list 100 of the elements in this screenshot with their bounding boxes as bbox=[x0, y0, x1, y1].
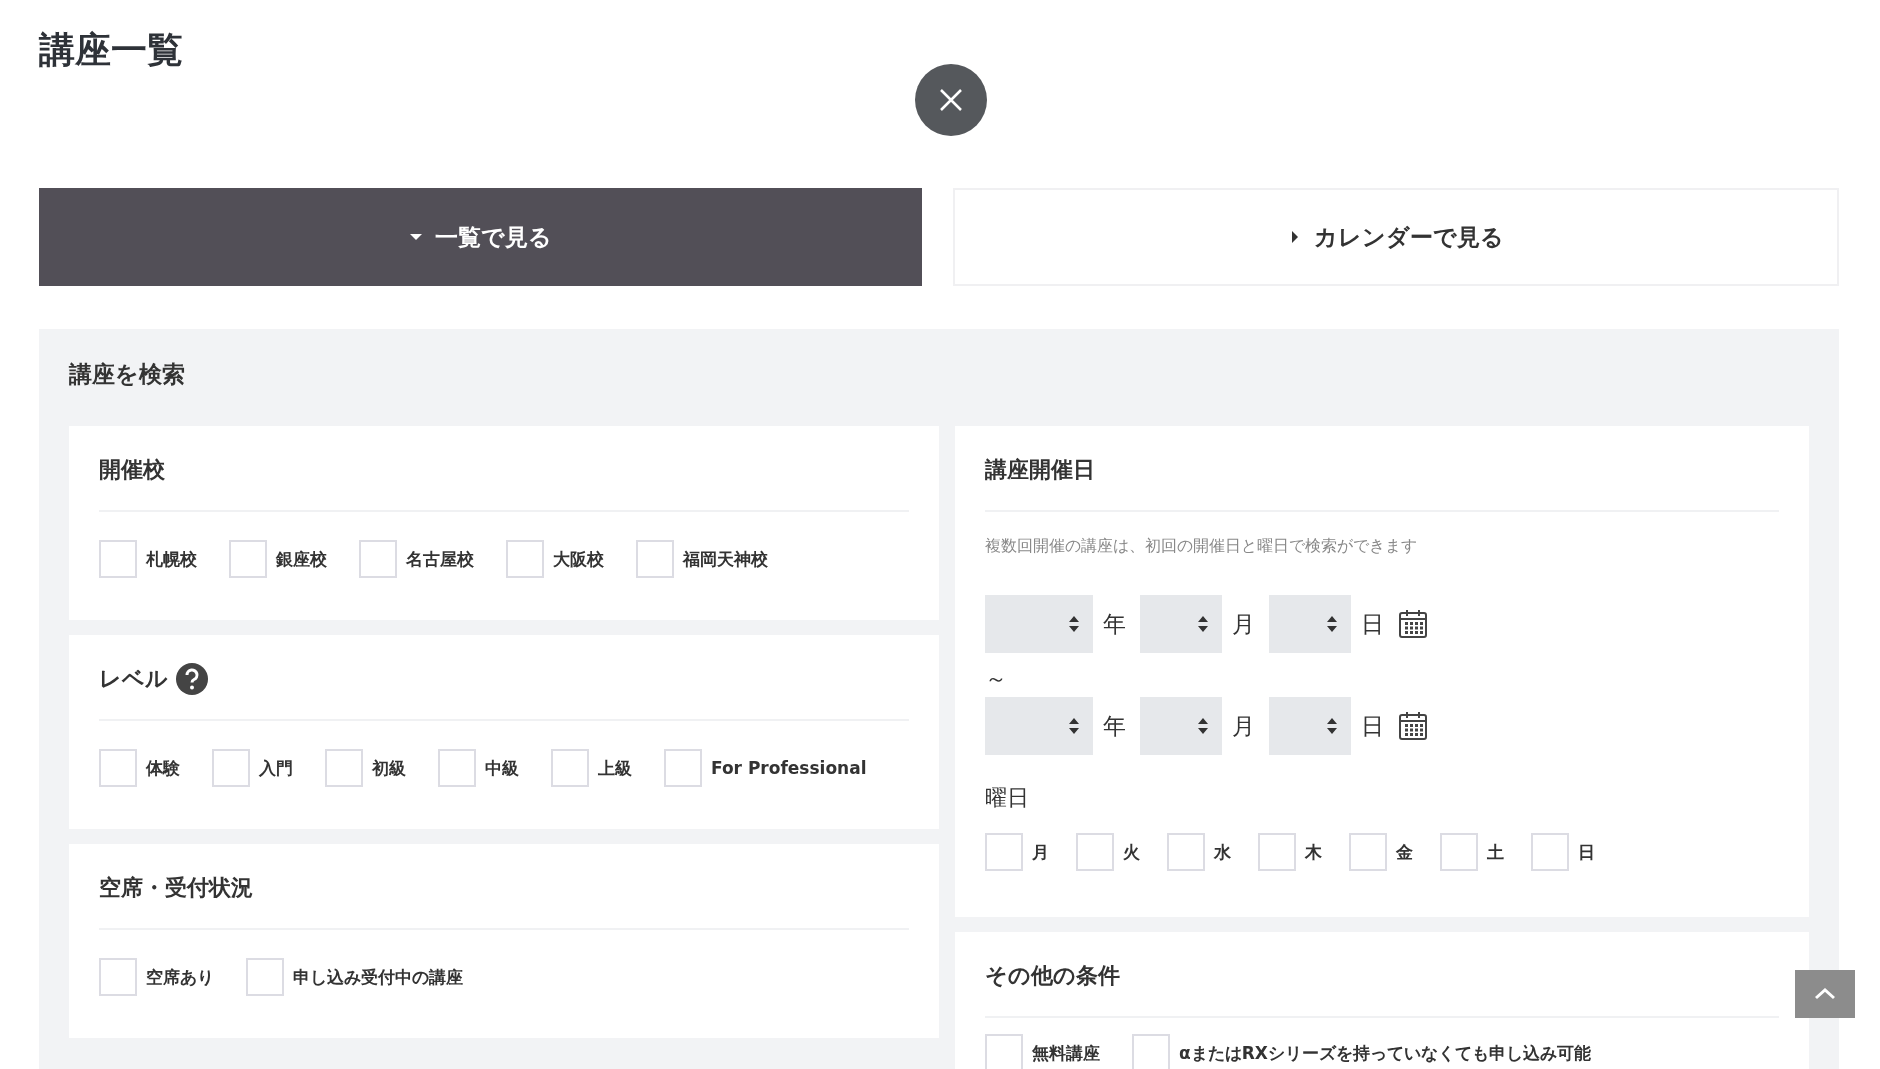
checkbox-label: αまたはRXシリーズを持っていなくても申し込み可能 bbox=[1179, 1041, 1591, 1065]
checkbox-label: 金 bbox=[1396, 840, 1413, 864]
checkbox-label: 体験 bbox=[146, 756, 180, 780]
checkbox-option[interactable]: For Professional bbox=[664, 749, 867, 787]
checkbox-label: 土 bbox=[1487, 840, 1504, 864]
checkbox-option[interactable]: 名古屋校 bbox=[359, 540, 474, 578]
card-heading: レベル bbox=[99, 665, 168, 693]
checkbox-label: 日 bbox=[1578, 840, 1595, 864]
help-icon[interactable] bbox=[176, 663, 208, 695]
back-to-top-button[interactable] bbox=[1795, 970, 1855, 1018]
close-icon bbox=[939, 88, 963, 112]
checkbox-option[interactable]: 木 bbox=[1258, 833, 1322, 871]
up-down-arrows-icon bbox=[1198, 616, 1208, 632]
checkbox[interactable] bbox=[1440, 833, 1478, 871]
checkbox[interactable] bbox=[985, 833, 1023, 871]
date-unit-label: 月 bbox=[1232, 711, 1255, 741]
up-down-arrows-icon bbox=[1069, 616, 1079, 632]
checkbox-label: 名古屋校 bbox=[406, 547, 474, 571]
checkbox-option[interactable]: 日 bbox=[1531, 833, 1595, 871]
date-unit-label: 日 bbox=[1361, 609, 1384, 639]
checkbox-label: 申し込み受付中の講座 bbox=[293, 965, 463, 989]
checkbox[interactable] bbox=[1076, 833, 1114, 871]
checkbox-option[interactable]: 初級 bbox=[325, 749, 406, 787]
chevron-up-icon bbox=[1814, 988, 1836, 1000]
checkbox-label: 火 bbox=[1123, 840, 1140, 864]
checkbox[interactable] bbox=[99, 958, 137, 996]
checkbox-label: 福岡天神校 bbox=[683, 547, 768, 571]
checkbox-option[interactable]: 火 bbox=[1076, 833, 1140, 871]
checkbox[interactable] bbox=[1349, 833, 1387, 871]
checkbox[interactable] bbox=[438, 749, 476, 787]
date-unit-label: 年 bbox=[1103, 609, 1126, 639]
checkbox[interactable] bbox=[1167, 833, 1205, 871]
checkbox[interactable] bbox=[229, 540, 267, 578]
checkbox-option[interactable]: 入門 bbox=[212, 749, 293, 787]
calendar-icon[interactable] bbox=[1398, 711, 1428, 741]
range-separator: ～ bbox=[985, 667, 1008, 691]
checkbox-option[interactable]: 札幌校 bbox=[99, 540, 197, 578]
checkbox-option[interactable]: 無料講座 bbox=[985, 1034, 1100, 1069]
date-select[interactable] bbox=[985, 595, 1093, 653]
date-select[interactable] bbox=[985, 697, 1093, 755]
checkbox-label: 上級 bbox=[598, 756, 632, 780]
date-select[interactable] bbox=[1269, 697, 1351, 755]
date-unit-label: 月 bbox=[1232, 609, 1255, 639]
date-select[interactable] bbox=[1140, 595, 1222, 653]
checkbox-option[interactable]: 中級 bbox=[438, 749, 519, 787]
date-unit-label: 年 bbox=[1103, 711, 1126, 741]
checkbox[interactable] bbox=[985, 1034, 1023, 1069]
date-select[interactable] bbox=[1140, 697, 1222, 755]
checkbox-option[interactable]: 空席あり bbox=[99, 958, 214, 996]
calendar-icon[interactable] bbox=[1398, 609, 1428, 639]
checkbox[interactable] bbox=[246, 958, 284, 996]
checkbox[interactable] bbox=[99, 540, 137, 578]
weekday-label: 曜日 bbox=[985, 784, 1030, 812]
panel-title: 講座を検索 bbox=[69, 360, 186, 389]
checkbox-label: 入門 bbox=[259, 756, 293, 780]
checkbox-label: 銀座校 bbox=[276, 547, 327, 571]
checkbox-label: For Professional bbox=[711, 758, 867, 778]
view-tab[interactable]: 一覧で見る bbox=[39, 188, 922, 286]
checkbox-option[interactable]: αまたはRXシリーズを持っていなくても申し込み可能 bbox=[1132, 1034, 1591, 1069]
checkbox[interactable] bbox=[1132, 1034, 1170, 1069]
checkbox[interactable] bbox=[506, 540, 544, 578]
checkbox-label: 初級 bbox=[372, 756, 406, 780]
checkbox[interactable] bbox=[99, 749, 137, 787]
checkbox-label: 空席あり bbox=[146, 965, 214, 989]
checkbox-option[interactable]: 申し込み受付中の講座 bbox=[246, 958, 463, 996]
checkbox-label: 木 bbox=[1305, 840, 1322, 864]
date-select[interactable] bbox=[1269, 595, 1351, 653]
checkbox[interactable] bbox=[636, 540, 674, 578]
checkbox-option[interactable]: 大阪校 bbox=[506, 540, 604, 578]
checkbox-label: 大阪校 bbox=[553, 547, 604, 571]
checkbox-label: 無料講座 bbox=[1032, 1041, 1100, 1065]
checkbox-option[interactable]: 体験 bbox=[99, 749, 180, 787]
checkbox[interactable] bbox=[359, 540, 397, 578]
checkbox[interactable] bbox=[325, 749, 363, 787]
checkbox[interactable] bbox=[551, 749, 589, 787]
date-unit-label: 日 bbox=[1361, 711, 1384, 741]
checkbox-label: 月 bbox=[1032, 840, 1049, 864]
checkbox-option[interactable]: 金 bbox=[1349, 833, 1413, 871]
view-tab[interactable]: カレンダーで見る bbox=[952, 188, 1839, 286]
up-down-arrows-icon bbox=[1069, 718, 1079, 734]
up-down-arrows-icon bbox=[1327, 616, 1337, 632]
checkbox-option[interactable]: 福岡天神校 bbox=[636, 540, 768, 578]
checkbox-label: 水 bbox=[1214, 840, 1231, 864]
card-heading: 開催校 bbox=[99, 456, 165, 484]
checkbox-option[interactable]: 水 bbox=[1167, 833, 1231, 871]
checkbox[interactable] bbox=[212, 749, 250, 787]
up-down-arrows-icon bbox=[1327, 718, 1337, 734]
checkbox-option[interactable]: 土 bbox=[1440, 833, 1504, 871]
checkbox-option[interactable]: 月 bbox=[985, 833, 1049, 871]
checkbox-label: 札幌校 bbox=[146, 547, 197, 571]
checkbox-option[interactable]: 銀座校 bbox=[229, 540, 327, 578]
checkbox[interactable] bbox=[1531, 833, 1569, 871]
card-heading: その他の条件 bbox=[985, 962, 1120, 990]
checkbox[interactable] bbox=[1258, 833, 1296, 871]
up-down-arrows-icon bbox=[1198, 718, 1208, 734]
checkbox[interactable] bbox=[664, 749, 702, 787]
checkbox-option[interactable]: 上級 bbox=[551, 749, 632, 787]
card-heading: 空席・受付状況 bbox=[99, 874, 253, 902]
page-title: 講座一覧 bbox=[39, 28, 184, 72]
card-heading: 講座開催日 bbox=[985, 456, 1095, 484]
